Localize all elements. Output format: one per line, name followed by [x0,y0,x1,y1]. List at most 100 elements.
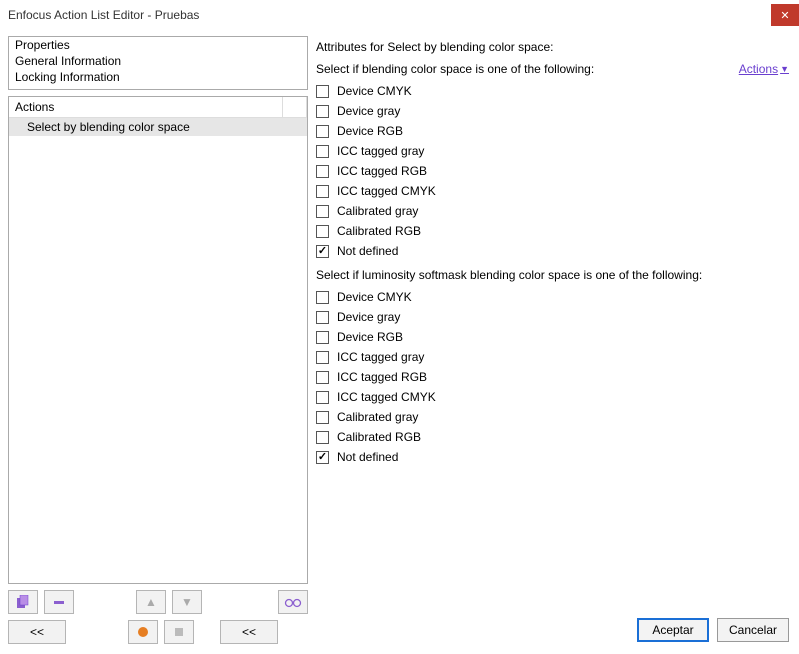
check-label: Device RGB [337,124,403,138]
check2-cal-rgb[interactable]: Calibrated RGB [316,430,789,444]
toolbar-row-1: ▲ ▼ [8,590,308,614]
check-label: ICC tagged CMYK [337,390,436,404]
stop-button[interactable] [164,620,194,644]
view-button[interactable] [278,590,308,614]
checkbox[interactable] [316,145,329,158]
check-icc-rgb[interactable]: ICC tagged RGB [316,164,789,178]
checkbox[interactable] [316,85,329,98]
close-button[interactable]: ✕ [771,4,799,26]
toolbar-row-2: << << [8,620,308,644]
checkbox[interactable] [316,331,329,344]
check2-icc-cmyk[interactable]: ICC tagged CMYK [316,390,789,404]
footer-buttons: Aceptar Cancelar [316,612,789,650]
checkbox[interactable] [316,311,329,324]
checkbox[interactable] [316,245,329,258]
check2-not-defined[interactable]: Not defined [316,450,789,464]
window-title: Enfocus Action List Editor - Pruebas [8,8,199,22]
stop-icon [173,626,185,638]
properties-item[interactable]: General Information [9,53,307,69]
move-up-button[interactable]: ▲ [136,590,166,614]
check-cal-rgb[interactable]: Calibrated RGB [316,224,789,238]
actions-dropdown-link[interactable]: Actions ▼ [739,62,789,76]
cancel-button[interactable]: Cancelar [717,618,789,642]
double-left-icon: << [30,625,44,639]
properties-listbox[interactable]: Properties General Information Locking I… [8,36,308,90]
remove-button[interactable] [44,590,74,614]
checkbox[interactable] [316,225,329,238]
actions-panel: Actions Select by blending color space [8,96,308,584]
check2-device-cmyk[interactable]: Device CMYK [316,290,789,304]
actions-link-text: Actions [739,62,778,76]
actions-body[interactable]: Select by blending color space [9,118,307,583]
check-not-defined[interactable]: Not defined [316,244,789,258]
action-row[interactable]: Select by blending color space [9,118,307,136]
checkbox[interactable] [316,205,329,218]
check-label: Device CMYK [337,290,412,304]
checkbox[interactable] [316,371,329,384]
prev-button[interactable]: << [8,620,66,644]
actions-header-aux[interactable] [283,97,307,117]
move-down-button[interactable]: ▼ [172,590,202,614]
group1-checks: Device CMYK Device gray Device RGB ICC t… [316,84,789,258]
properties-item[interactable]: Locking Information [9,69,307,85]
check-label: Calibrated RGB [337,430,421,444]
check-label: ICC tagged RGB [337,370,427,384]
check-label: ICC tagged gray [337,144,424,158]
check-label: Device CMYK [337,84,412,98]
check2-device-gray[interactable]: Device gray [316,310,789,324]
double-left-icon-2: << [242,625,256,639]
accept-button[interactable]: Aceptar [637,618,709,642]
check-label: Calibrated RGB [337,224,421,238]
attributes-title: Attributes for Select by blending color … [316,40,789,54]
check-label: Calibrated gray [337,410,418,424]
glasses-icon [284,596,302,608]
group2-label: Select if luminosity softmask blending c… [316,268,789,282]
check-icc-cmyk[interactable]: ICC tagged CMYK [316,184,789,198]
next-button[interactable]: << [220,620,278,644]
check-device-rgb[interactable]: Device RGB [316,124,789,138]
checkbox[interactable] [316,411,329,424]
check-label: Device gray [337,310,400,324]
arrow-down-icon: ▼ [181,595,193,609]
checkbox[interactable] [316,105,329,118]
duplicate-icon [16,595,30,609]
minus-icon [52,595,66,609]
left-column: Properties General Information Locking I… [8,36,308,650]
check-label: ICC tagged RGB [337,164,427,178]
subheader-row-1: Select if blending color space is one of… [316,62,789,76]
check-cal-gray[interactable]: Calibrated gray [316,204,789,218]
check-label: Calibrated gray [337,204,418,218]
left-toolbar: ▲ ▼ << [8,590,308,650]
caret-down-icon: ▼ [780,64,789,74]
properties-item[interactable]: Properties [9,37,307,53]
actions-header: Actions [9,97,307,118]
checkbox[interactable] [316,165,329,178]
checkbox[interactable] [316,291,329,304]
check-label: ICC tagged CMYK [337,184,436,198]
check-label: Not defined [337,244,398,258]
check-label: Device RGB [337,330,403,344]
actions-header-label[interactable]: Actions [9,97,283,117]
check2-icc-rgb[interactable]: ICC tagged RGB [316,370,789,384]
record-icon [137,626,149,638]
checkbox[interactable] [316,351,329,364]
check-icc-gray[interactable]: ICC tagged gray [316,144,789,158]
group1-label: Select if blending color space is one of… [316,62,594,76]
checkbox[interactable] [316,391,329,404]
record-button[interactable] [128,620,158,644]
checkbox[interactable] [316,431,329,444]
check-label: Device gray [337,104,400,118]
checkbox[interactable] [316,451,329,464]
titlebar: Enfocus Action List Editor - Pruebas ✕ [0,0,799,30]
checkbox[interactable] [316,125,329,138]
check-label: Not defined [337,450,398,464]
checkbox[interactable] [316,185,329,198]
check2-icc-gray[interactable]: ICC tagged gray [316,350,789,364]
content: Properties General Information Locking I… [0,30,799,650]
check-label: ICC tagged gray [337,350,424,364]
check-device-cmyk[interactable]: Device CMYK [316,84,789,98]
check-device-gray[interactable]: Device gray [316,104,789,118]
duplicate-button[interactable] [8,590,38,614]
check2-cal-gray[interactable]: Calibrated gray [316,410,789,424]
check2-device-rgb[interactable]: Device RGB [316,330,789,344]
